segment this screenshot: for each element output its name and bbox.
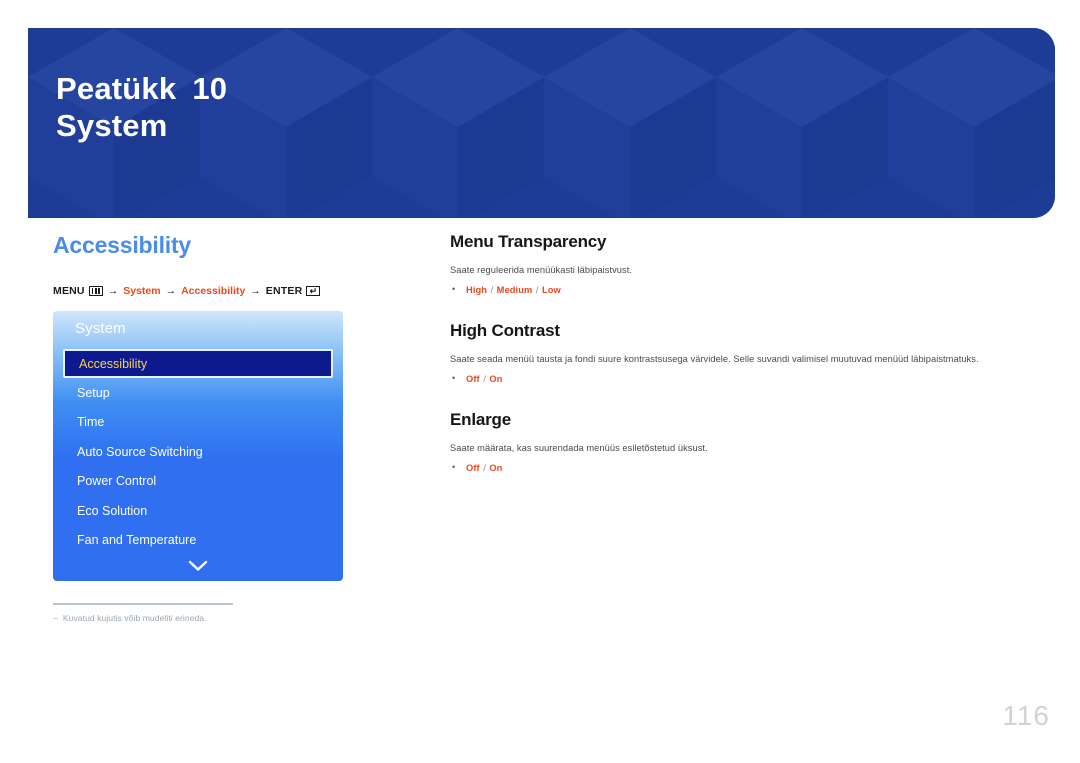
- osd-item-auto-source-switching[interactable]: Auto Source Switching: [53, 437, 343, 467]
- footnote-marker: –: [53, 613, 58, 623]
- option-value: On: [489, 373, 503, 384]
- osd-item-setup[interactable]: Setup: [53, 378, 343, 408]
- footnote-block: – Kuvatud kujutis võib mudeliti erineda.: [53, 603, 383, 623]
- osd-item-time[interactable]: Time: [53, 408, 343, 438]
- osd-item-label: Time: [77, 415, 105, 430]
- topic-heading: Menu Transparency: [450, 232, 607, 251]
- chapter-number: 10: [192, 71, 228, 106]
- topic-description: Saate seada menüü tausta ja fondi suure …: [450, 353, 979, 364]
- option-value: High: [466, 284, 488, 295]
- page-number: 116: [1002, 700, 1050, 731]
- breadcrumb-arrow-2: →: [165, 285, 177, 297]
- topic-menu-transparency: Menu Transparency Saate reguleerida menü…: [450, 232, 1030, 295]
- topic-description: Saate reguleerida menüükasti läbipaistvu…: [450, 265, 632, 275]
- osd-item-label: Fan and Temperature: [77, 533, 197, 548]
- breadcrumb-menu-label: MENU: [53, 285, 85, 297]
- chapter-title: System: [56, 107, 168, 143]
- osd-menu-panel: System Accessibility Setup Time Auto Sou…: [53, 311, 343, 581]
- breadcrumb-step-accessibility: Accessibility: [181, 285, 246, 297]
- osd-item-accessibility[interactable]: Accessibility: [63, 349, 333, 378]
- osd-menu-list: Accessibility Setup Time Auto Source Swi…: [53, 349, 343, 555]
- osd-item-label: Auto Source Switching: [77, 444, 203, 459]
- chapter-banner: Peatükk 10 System: [28, 28, 1055, 218]
- footnote: – Kuvatud kujutis võib mudeliti erineda.: [53, 613, 383, 623]
- breadcrumb-arrow-3: →: [250, 285, 261, 297]
- topic-options: Off / On: [450, 462, 1030, 473]
- osd-item-label: Accessibility: [79, 356, 148, 371]
- osd-item-fan-and-temperature[interactable]: Fan and Temperature: [53, 526, 343, 556]
- osd-item-power-control[interactable]: Power Control: [53, 467, 343, 497]
- topic-description: Saate määrata, kas suurendada menüüs esi…: [450, 442, 708, 453]
- option-separator: /: [483, 462, 486, 473]
- option-value: Low: [541, 284, 561, 295]
- breadcrumb-step-system: System: [123, 285, 161, 297]
- enter-return-icon: ↵: [306, 286, 321, 296]
- right-column: Menu Transparency Saate reguleerida menü…: [450, 232, 1030, 473]
- page-title: Accessibility: [53, 232, 192, 258]
- topic-high-contrast: High Contrast Saate seada menüü tausta j…: [450, 321, 1030, 384]
- osd-item-eco-solution[interactable]: Eco Solution: [53, 496, 343, 526]
- option-separator: /: [535, 284, 539, 295]
- left-column: Accessibility MENU → System → Accessibil…: [53, 232, 413, 581]
- topic-enlarge: Enlarge Saate määrata, kas suurendada me…: [450, 410, 1030, 473]
- banner-title-group: Peatükk 10 System: [56, 71, 227, 144]
- option-value: On: [489, 462, 503, 473]
- osd-item-label: Setup: [77, 385, 110, 400]
- footnote-text: Kuvatud kujutis võib mudeliti erineda.: [62, 613, 207, 623]
- breadcrumb-enter-label: ENTER: [265, 285, 303, 297]
- osd-item-label: Power Control: [77, 474, 157, 489]
- chapter-label: Peatükk: [56, 71, 177, 106]
- option-separator: /: [490, 284, 494, 295]
- option-value: Off: [466, 462, 480, 473]
- breadcrumb: MENU → System → Accessibility → ENTER ↵: [53, 285, 413, 297]
- osd-item-label: Eco Solution: [77, 503, 148, 518]
- osd-menu-title: System: [75, 320, 126, 337]
- chevron-down-icon[interactable]: [53, 560, 343, 575]
- chapter-line: Peatükk 10: [56, 71, 227, 108]
- breadcrumb-arrow-1: →: [107, 285, 119, 297]
- option-value: Off: [466, 373, 480, 384]
- topic-heading: Enlarge: [450, 409, 511, 429]
- option-separator: /: [483, 373, 486, 384]
- topic-options: High / Medium / Low: [450, 284, 1030, 295]
- menu-bars-icon: [88, 286, 103, 296]
- footnote-divider: [53, 603, 233, 605]
- topic-heading: High Contrast: [450, 320, 560, 340]
- topic-options: Off / On: [450, 373, 1030, 384]
- option-value: Medium: [496, 284, 533, 295]
